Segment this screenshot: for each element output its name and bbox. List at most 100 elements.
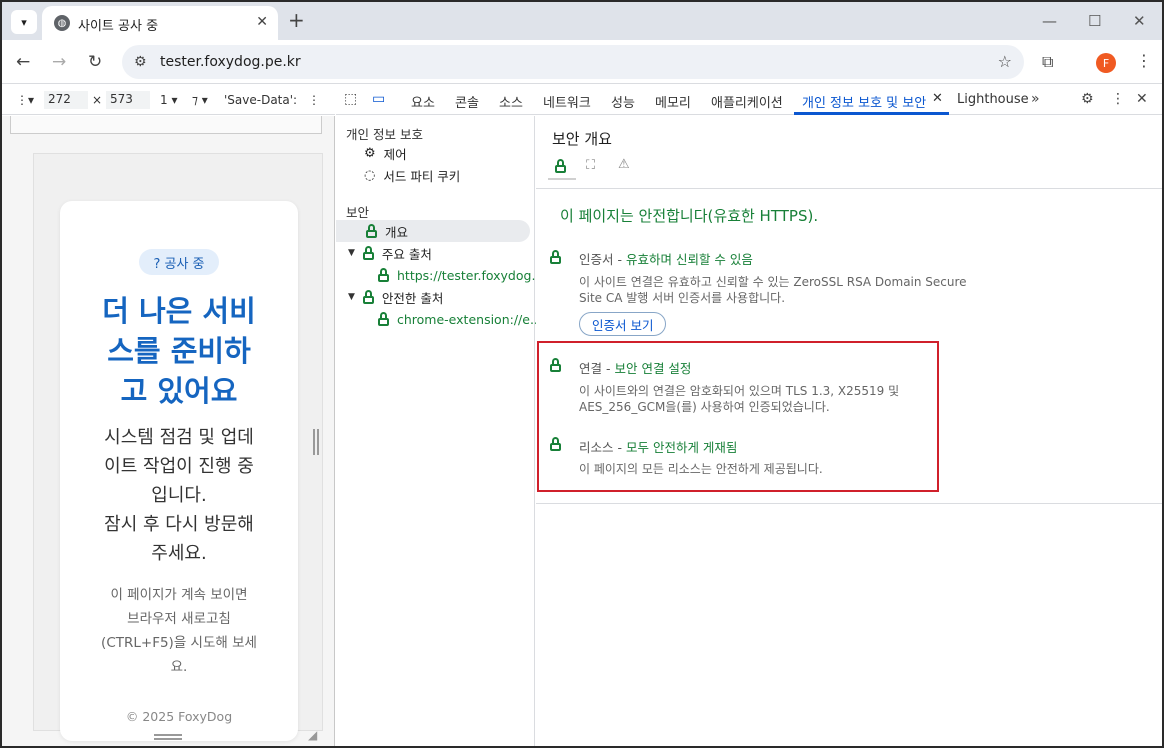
hero-line: 고 있어요 bbox=[120, 374, 238, 408]
sidebar-item-extension-origin[interactable]: chrome-extension://e... bbox=[378, 308, 542, 330]
security-sidebar: 개인 정보 보호 ⚙ 제어 ◌ 서드 파티 쿠키 보안 개요 ▼ 주요 출처 h… bbox=[336, 116, 543, 746]
hero-heading: 더 나은 서비 스를 준비하 고 있어요 bbox=[70, 291, 288, 411]
hint-line: 브라우저 새로고침 bbox=[127, 611, 231, 627]
body-line: 이 사이트 연결은 유효하고 신뢰할 수 있는 ZeroSSL RSA Doma… bbox=[579, 275, 967, 289]
desc-line: 주세요. bbox=[151, 543, 207, 564]
globe-icon: ◍ bbox=[54, 15, 70, 31]
browser-menu-icon[interactable]: ⋮ bbox=[1136, 51, 1152, 70]
dpr-select[interactable]: 1 ▾ bbox=[160, 93, 177, 107]
device-more-icon[interactable]: ⋮ bbox=[308, 93, 320, 107]
device-menu-icon[interactable]: ⋮▾ bbox=[16, 93, 34, 107]
sidebar-item-origin-url[interactable]: https://tester.foxydog... bbox=[378, 264, 543, 286]
tab-lighthouse[interactable]: Lighthouse bbox=[957, 92, 1029, 107]
tab-network[interactable]: 네트워크 bbox=[543, 92, 591, 111]
maximize-icon[interactable]: ☐ bbox=[1088, 12, 1101, 30]
resize-handle-horizontal[interactable] bbox=[313, 429, 319, 455]
device-width-input[interactable]: 272 bbox=[44, 91, 88, 109]
sidebar-item-label: 개요 bbox=[385, 224, 409, 240]
lock-icon bbox=[550, 250, 561, 264]
device-height-input[interactable]: 573 bbox=[106, 91, 150, 109]
chevron-down-icon: ▾ bbox=[21, 15, 27, 29]
profile-avatar[interactable]: F bbox=[1096, 53, 1116, 73]
more-tabs-icon[interactable]: » bbox=[1031, 91, 1040, 107]
divider bbox=[536, 503, 1162, 504]
dimension-separator: × bbox=[92, 93, 103, 107]
origin-url: https://tester.foxydog... bbox=[397, 267, 544, 283]
security-heading: 보안 bbox=[346, 205, 370, 220]
close-tab-icon[interactable]: ✕ bbox=[932, 91, 943, 106]
device-toggle-icon[interactable]: ▭ bbox=[372, 91, 385, 107]
privacy-heading: 개인 정보 보호 bbox=[346, 127, 423, 142]
resize-handle-vertical[interactable] bbox=[154, 734, 182, 740]
info-square-icon: ⛶ bbox=[586, 158, 596, 173]
hero-line: 더 나은 서비 bbox=[102, 294, 256, 328]
hint-line: 요. bbox=[170, 659, 188, 675]
dpr-value: 1 bbox=[160, 93, 168, 107]
throttle-select[interactable]: ⁊ ▾ bbox=[192, 93, 208, 107]
browser-toolbar: ← → ↻ ⚙ tester.foxydog.pe.kr ☆ ⧉ F ⋮ bbox=[2, 40, 1162, 84]
site-info-icon[interactable]: ⚙ bbox=[134, 54, 147, 70]
highlight-box bbox=[537, 341, 939, 492]
close-devtools-icon[interactable]: ✕ bbox=[1136, 91, 1148, 107]
description: 시스템 점검 및 업데 이트 작업이 진행 중 입니다. 잠시 후 다시 방문해… bbox=[84, 423, 274, 568]
forward-icon[interactable]: → bbox=[52, 52, 66, 72]
inspect-element-icon[interactable]: ⬚ bbox=[344, 91, 357, 107]
certificate-label: 인증서 bbox=[579, 252, 614, 267]
lock-icon bbox=[362, 246, 374, 260]
bookmark-star-icon[interactable]: ☆ bbox=[998, 52, 1012, 71]
sidebar-item-secure-origins[interactable]: ▼ 안전한 출처 bbox=[348, 286, 443, 308]
url-text: tester.foxydog.pe.kr bbox=[160, 54, 301, 70]
security-overview-panel: 보안 개요 ⛶ ⚠ 이 페이지는 안전합니다(유효한 HTTPS). 인증서 -… bbox=[536, 116, 1162, 746]
hint-line: 이 페이지가 계속 보이면 bbox=[110, 587, 248, 603]
tab-sources[interactable]: 소스 bbox=[499, 92, 523, 111]
sidebar-item-third-party-cookies[interactable]: ◌ 서드 파티 쿠키 bbox=[364, 164, 460, 186]
sidebar-item-label: 서드 파티 쿠키 bbox=[383, 168, 461, 184]
reload-icon[interactable]: ↻ bbox=[88, 52, 102, 72]
tab-elements[interactable]: 요소 bbox=[411, 92, 435, 111]
new-tab-button[interactable]: + bbox=[288, 10, 305, 30]
lock-icon bbox=[378, 268, 389, 282]
lock-icon bbox=[362, 290, 374, 304]
network-header-select[interactable]: 'Save-Data': ? bbox=[224, 93, 296, 107]
origin-url: chrome-extension://e... bbox=[397, 311, 542, 327]
browser-tab[interactable]: ◍ 사이트 공사 중 ✕ bbox=[42, 6, 278, 40]
tab-privacy-security[interactable]: 개인 정보 보호 및 보안 bbox=[802, 92, 926, 111]
maintenance-card: ? 공사 중 더 나은 서비 스를 준비하 고 있어요 시스템 점검 및 업데 … bbox=[60, 201, 298, 741]
sidebar-item-main-origin[interactable]: ▼ 주요 출처 bbox=[348, 242, 432, 264]
desc-line: 잠시 후 다시 방문해 bbox=[104, 514, 254, 535]
address-bar[interactable]: ⚙ tester.foxydog.pe.kr ☆ bbox=[122, 45, 1024, 79]
certificate-heading: 인증서 - 유효하며 신뢰할 수 있음 bbox=[579, 252, 753, 267]
resize-corner-icon[interactable]: ◢ bbox=[308, 728, 317, 742]
minimize-icon[interactable]: — bbox=[1042, 12, 1057, 30]
viewport-ruler bbox=[10, 116, 322, 134]
tab-application[interactable]: 애플리케이션 bbox=[711, 92, 783, 111]
divider bbox=[536, 188, 1162, 189]
lock-icon bbox=[555, 159, 566, 173]
certificate-description: 이 사이트 연결은 유효하고 신뢰할 수 있는 ZeroSSL RSA Doma… bbox=[579, 274, 979, 306]
tab-strip: ▾ ◍ 사이트 공사 중 ✕ + — ☐ ✕ bbox=[2, 2, 1162, 40]
body-line: Site CA 발행 서버 인증서를 사용합니다. bbox=[579, 291, 786, 305]
lock-icon bbox=[378, 312, 389, 326]
sidebar-item-label: 안전한 출처 bbox=[381, 290, 444, 306]
close-tab-icon[interactable]: ✕ bbox=[256, 14, 268, 30]
tab-performance[interactable]: 성능 bbox=[611, 92, 635, 111]
back-icon[interactable]: ← bbox=[16, 52, 30, 72]
device-toolbar: ⋮▾ 272 × 573 1 ▾ ⁊ ▾ 'Save-Data': ? ⋮ bbox=[2, 85, 335, 115]
sidebar-item-controls[interactable]: ⚙ 제어 bbox=[364, 142, 407, 164]
gear-icon: ⚙ bbox=[364, 145, 376, 161]
extensions-icon[interactable]: ⧉ bbox=[1042, 52, 1053, 72]
tab-memory[interactable]: 메모리 bbox=[655, 92, 691, 111]
view-certificate-button[interactable]: 인증서 보기 bbox=[579, 312, 667, 336]
devtools-menu-icon[interactable]: ⋮ bbox=[1111, 91, 1125, 107]
tab-console[interactable]: 콘솔 bbox=[455, 92, 479, 111]
hint-line: (CTRL+F5)을 시도해 보세 bbox=[101, 635, 257, 651]
emulated-page: ? 공사 중 더 나은 서비 스를 준비하 고 있어요 시스템 점검 및 업데 … bbox=[33, 153, 323, 741]
expand-caret-icon[interactable]: ▼ bbox=[348, 248, 355, 258]
expand-caret-icon[interactable]: ▼ bbox=[348, 292, 355, 302]
tab-search-button[interactable]: ▾ bbox=[11, 10, 37, 34]
settings-gear-icon[interactable]: ⚙ bbox=[1081, 91, 1094, 107]
panel-title: 보안 개요 bbox=[552, 130, 612, 148]
sidebar-item-label: 주요 출처 bbox=[381, 246, 432, 262]
close-window-icon[interactable]: ✕ bbox=[1133, 12, 1146, 30]
sidebar-item-overview[interactable]: 개요 bbox=[336, 220, 530, 242]
